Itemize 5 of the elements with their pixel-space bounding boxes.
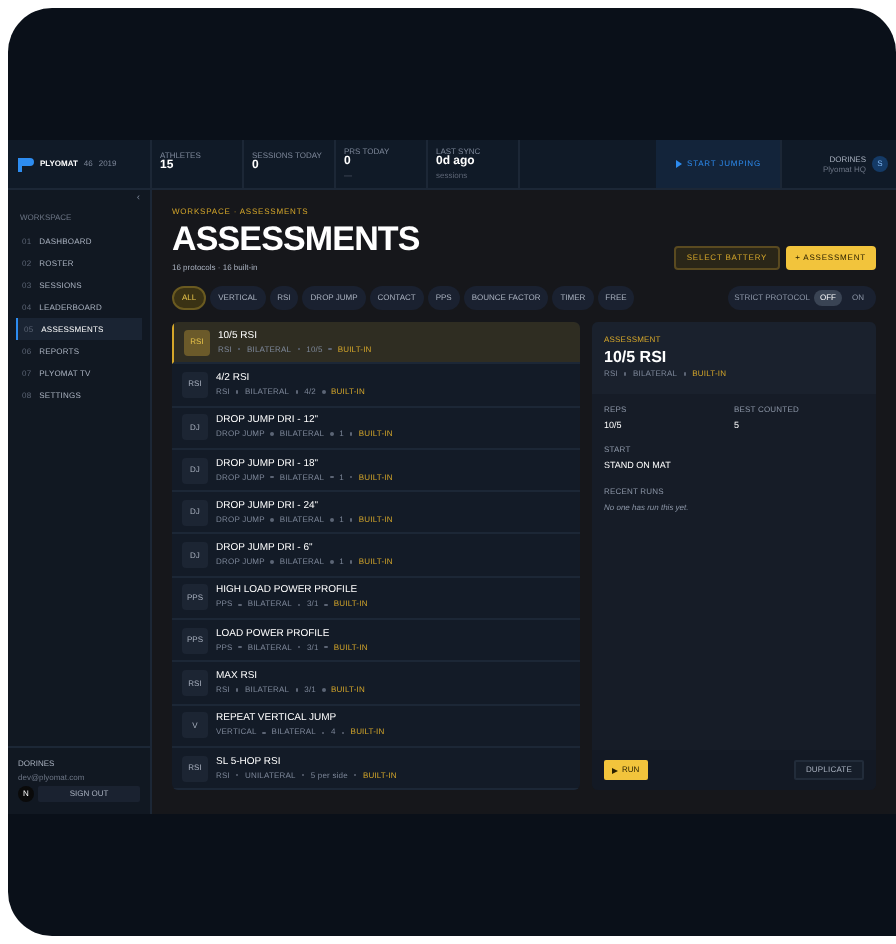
- play-icon: [675, 160, 681, 168]
- logo-icon: [18, 157, 34, 171]
- play-icon: [612, 767, 618, 773]
- detail-title: 10/5 RSI: [604, 350, 669, 366]
- page-title: ASSESSMENTS: [172, 222, 420, 256]
